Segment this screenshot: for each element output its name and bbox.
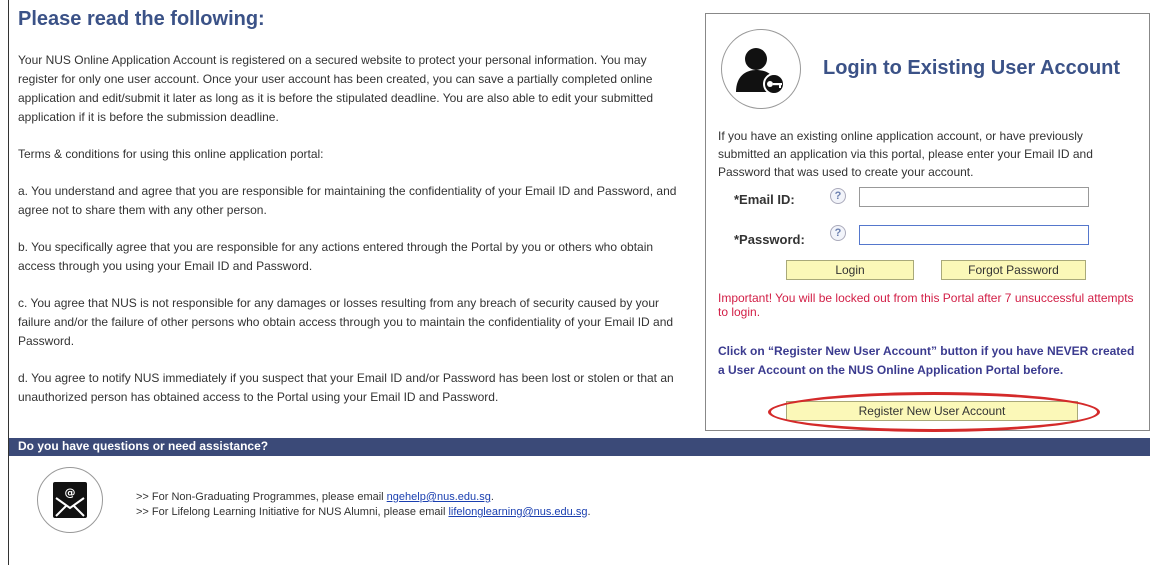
password-label: *Password: (734, 232, 805, 247)
login-box: Login to Existing User Account If you ha… (705, 13, 1150, 432)
login-intro: If you have an existing online applicati… (718, 129, 1093, 179)
contact-line-lli: >> For Lifelong Learning Initiative for … (136, 506, 591, 518)
email-envelope-icon: @ (37, 467, 103, 533)
ngehelp-email-link[interactable]: ngehelp@nus.edu.sg (387, 491, 491, 503)
terms-heading: Terms & conditions for using this online… (18, 147, 324, 161)
register-note: Click on “Register New User Account” but… (718, 344, 1135, 377)
email-help-icon[interactable]: ? (830, 188, 846, 204)
lifelonglearning-email-link[interactable]: lifelonglearning@nus.edu.sg (448, 506, 587, 518)
password-help-icon[interactable]: ? (830, 225, 846, 241)
notice-panel: Please read the following: Your NUS Onli… (18, 8, 688, 425)
user-key-icon (721, 29, 801, 109)
email-field[interactable] (859, 187, 1089, 207)
svg-text:@: @ (65, 486, 76, 499)
login-title: Login to Existing User Account (823, 57, 1121, 79)
help-bar-title: Do you have questions or need assistance… (18, 439, 269, 453)
email-label: *Email ID: (734, 192, 795, 207)
help-bar: Do you have questions or need assistance… (9, 438, 1150, 456)
term-c: c. You agree that NUS is not responsible… (18, 296, 674, 348)
lockout-warning: Important! You will be locked out from t… (718, 291, 1134, 319)
left-border (8, 0, 9, 565)
term-a: a. You understand and agree that you are… (18, 184, 677, 217)
term-d: d. You agree to notify NUS immediately i… (18, 371, 674, 404)
login-button[interactable]: Login (786, 260, 914, 280)
notice-intro: Your NUS Online Application Account is r… (18, 53, 654, 124)
notice-title: Please read the following: (18, 8, 265, 30)
forgot-password-button[interactable]: Forgot Password (941, 260, 1086, 280)
register-new-user-button[interactable]: Register New User Account (786, 401, 1078, 421)
contact-line-ngp: >> For Non-Graduating Programmes, please… (136, 491, 494, 503)
password-field[interactable] (859, 225, 1089, 245)
term-b: b. You specifically agree that you are r… (18, 240, 654, 273)
